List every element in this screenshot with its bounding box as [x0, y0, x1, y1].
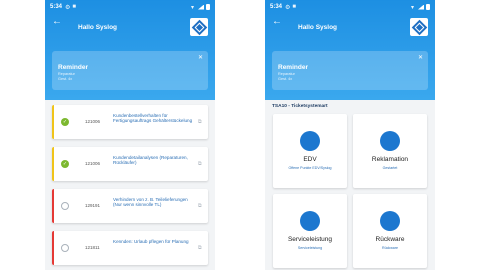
reminder-line2: Gest. 4x — [278, 77, 293, 81]
task-text: Kundendetailanalysen (Reparaturen, Rückl… — [113, 155, 188, 166]
tile-subtitle: Gestartet — [382, 166, 398, 170]
reminder-title: Reminder — [278, 64, 308, 71]
settings-status-icon: ⚙ — [285, 4, 291, 11]
tile-serviceleistung[interactable]: Serviceleistung Serviceleistung — [273, 194, 347, 268]
reminder-card[interactable]: ✕ Reminder Reparatur Gest. 4x — [52, 51, 208, 90]
wifi-icon: ▾ — [410, 4, 414, 11]
task-text: Kennden: Urlaub pflegen für Planung — [113, 239, 189, 244]
tile-label: EDV — [303, 156, 317, 163]
priority-bar — [52, 105, 54, 139]
copy-icon[interactable]: ⧉ — [198, 161, 202, 167]
unchecked-circle-icon[interactable] — [61, 202, 69, 210]
priority-bar — [52, 147, 54, 181]
back-arrow-icon[interactable]: ← — [272, 16, 282, 27]
close-icon[interactable]: ✕ — [418, 54, 423, 61]
priority-bar — [52, 189, 54, 223]
app-header: 5:34 ⚙ ■ ▾ ← Hallo Syslog ✕ Reminder Rep… — [45, 0, 215, 100]
app-logo — [410, 18, 428, 36]
tile-subtitle: Offene Punkte EDV/Syslog — [288, 166, 332, 170]
status-bar: 5:34 ⚙ ■ ▾ — [45, 0, 215, 14]
tile-label: Rückware — [375, 236, 405, 243]
check-icon[interactable]: ✓ — [61, 118, 69, 126]
signal-icon — [418, 4, 424, 10]
tile-rueckware[interactable]: Rückware Rückware — [353, 194, 427, 268]
check-icon[interactable]: ✓ — [61, 160, 69, 168]
section-title: TSA10 - Ticketsystemart — [272, 104, 328, 109]
copy-icon[interactable]: ⧉ — [198, 203, 202, 209]
reminder-title: Reminder — [58, 64, 88, 71]
priority-bar — [52, 231, 54, 265]
task-item[interactable]: 121811 Kennden: Urlaub pflegen für Planu… — [52, 231, 208, 265]
notification-status-icon: ■ — [72, 4, 77, 10]
tile-label: Reklamation — [371, 156, 409, 163]
reminder-card[interactable]: ✕ Reminder Reparatur Gest. 4x — [272, 51, 428, 90]
copy-icon[interactable]: ⧉ — [198, 119, 202, 125]
task-id: 121811 — [85, 245, 100, 250]
task-item[interactable]: 129191 Verhindern von z. B. Teilelieferu… — [52, 189, 208, 223]
task-item[interactable]: ✓ 121006 Kundenbestellverhalten für Fert… — [52, 105, 208, 139]
greeting-title: Hallo Syslog — [298, 24, 338, 31]
task-item[interactable]: ✓ 121006 Kundendetailanalysen (Reparatur… — [52, 147, 208, 181]
back-arrow-icon[interactable]: ← — [52, 16, 62, 27]
battery-icon — [206, 4, 210, 10]
reminder-line1: Reparatur — [58, 72, 75, 76]
settings-status-icon: ⚙ — [65, 4, 71, 11]
tile-reklamation[interactable]: Reklamation Gestartet — [353, 114, 427, 188]
category-circle-icon — [380, 131, 400, 151]
app-logo — [190, 18, 208, 36]
unchecked-circle-icon[interactable] — [61, 244, 69, 252]
status-time: 5:34 — [50, 4, 63, 10]
greeting-title: Hallo Syslog — [78, 24, 118, 31]
battery-icon — [426, 4, 430, 10]
task-id: 129191 — [85, 203, 101, 208]
task-text: Verhindern von z. B. Teilelieferungen (N… — [113, 197, 188, 208]
category-circle-icon — [380, 211, 400, 231]
signal-icon — [198, 4, 204, 10]
tile-subtitle: Serviceleistung — [297, 246, 323, 250]
task-id: 121006 — [85, 161, 101, 166]
app-header: 5:34 ⚙ ■ ▾ ← Hallo Syslog ✕ Reminder Rep… — [265, 0, 435, 100]
status-time: 5:34 — [270, 4, 283, 10]
copy-icon[interactable]: ⧉ — [198, 245, 202, 251]
task-list-screen: 5:34 ⚙ ■ ▾ ← Hallo Syslog ✕ Reminder Rep… — [45, 0, 215, 270]
status-bar: 5:34 ⚙ ■ ▾ — [265, 0, 435, 14]
category-circle-icon — [300, 211, 320, 231]
task-text: Kundenbestellverhalten für Fertigungsauf… — [113, 113, 193, 124]
tile-label: Serviceleistung — [287, 236, 333, 243]
ticket-type-screen: 5:34 ⚙ ■ ▾ ← Hallo Syslog ✕ Reminder Rep… — [265, 0, 435, 270]
task-id: 121006 — [85, 119, 101, 124]
reminder-line1: Reparatur — [278, 72, 295, 76]
notification-status-icon: ■ — [292, 4, 297, 10]
wifi-icon: ▾ — [190, 4, 194, 11]
close-icon[interactable]: ✕ — [198, 54, 203, 61]
category-circle-icon — [300, 131, 320, 151]
tile-subtitle: Rückware — [382, 246, 398, 250]
tile-edv[interactable]: EDV Offene Punkte EDV/Syslog — [273, 114, 347, 188]
reminder-line2: Gest. 4x — [58, 77, 73, 81]
